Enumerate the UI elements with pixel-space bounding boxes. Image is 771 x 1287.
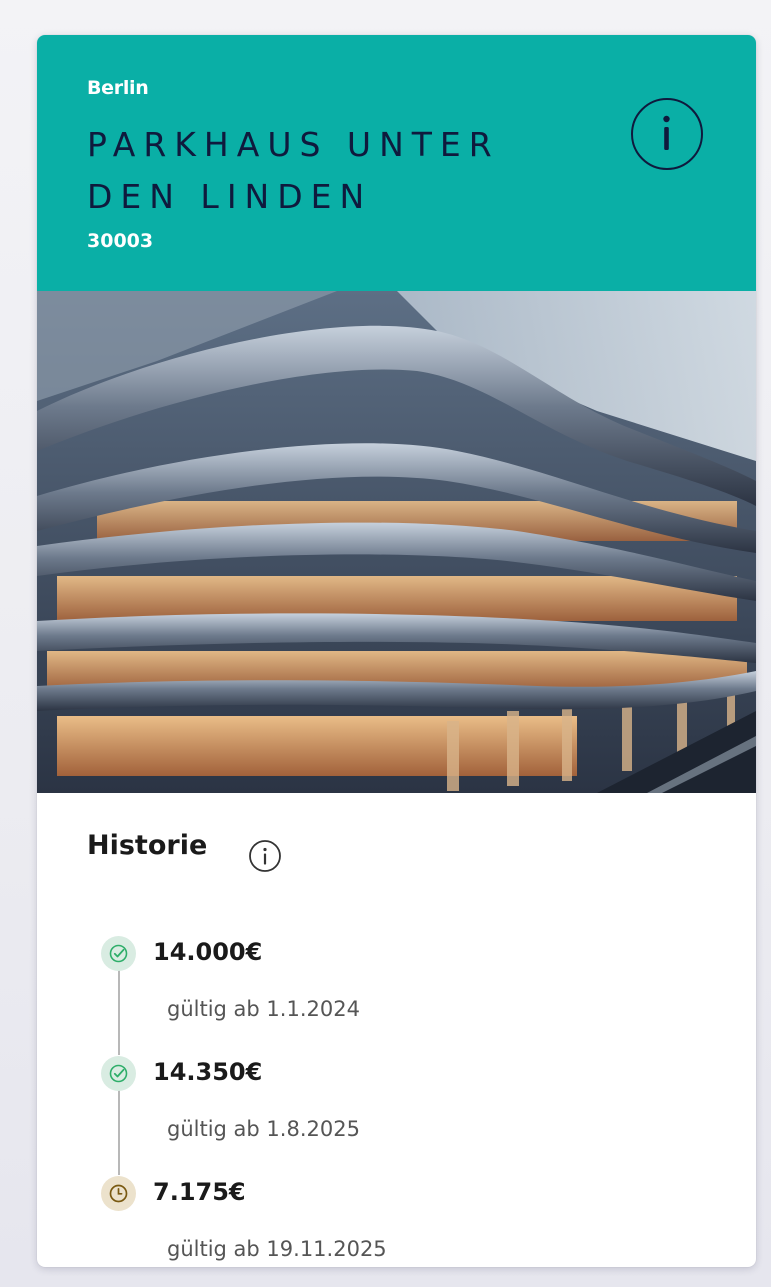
parking-code: 30003 — [87, 230, 154, 252]
history-price: 14.350€ — [153, 1058, 263, 1086]
history-valid-date: gültig ab 1.1.2024 — [167, 997, 360, 1021]
status-valid-icon — [101, 1056, 136, 1091]
city-label: Berlin — [87, 77, 149, 99]
card-header: Berlin PARKHAUS UNTER DEN LINDEN 30003 — [37, 35, 756, 291]
history-info-button[interactable] — [248, 839, 282, 873]
info-icon — [249, 840, 281, 872]
history-price: 14.000€ — [153, 938, 263, 966]
history-valid-date: gültig ab 19.11.2025 — [167, 1237, 387, 1261]
history-title: Historie — [87, 830, 208, 861]
info-icon — [663, 115, 670, 150]
status-valid-icon — [101, 936, 136, 971]
check-circle-icon — [109, 1064, 128, 1083]
timeline-connector — [118, 1090, 120, 1175]
history-valid-date: gültig ab 1.8.2025 — [167, 1117, 360, 1141]
parking-title: PARKHAUS UNTER DEN LINDEN — [87, 125, 500, 216]
history-price: 7.175€ — [153, 1178, 246, 1206]
check-circle-icon — [109, 944, 128, 963]
parking-garage-image — [37, 291, 756, 793]
parking-card: Berlin PARKHAUS UNTER DEN LINDEN 30003 H… — [37, 35, 756, 1267]
clock-icon — [109, 1184, 128, 1203]
info-button[interactable] — [631, 98, 703, 170]
timeline-connector — [118, 970, 120, 1055]
status-pending-icon — [101, 1176, 136, 1211]
